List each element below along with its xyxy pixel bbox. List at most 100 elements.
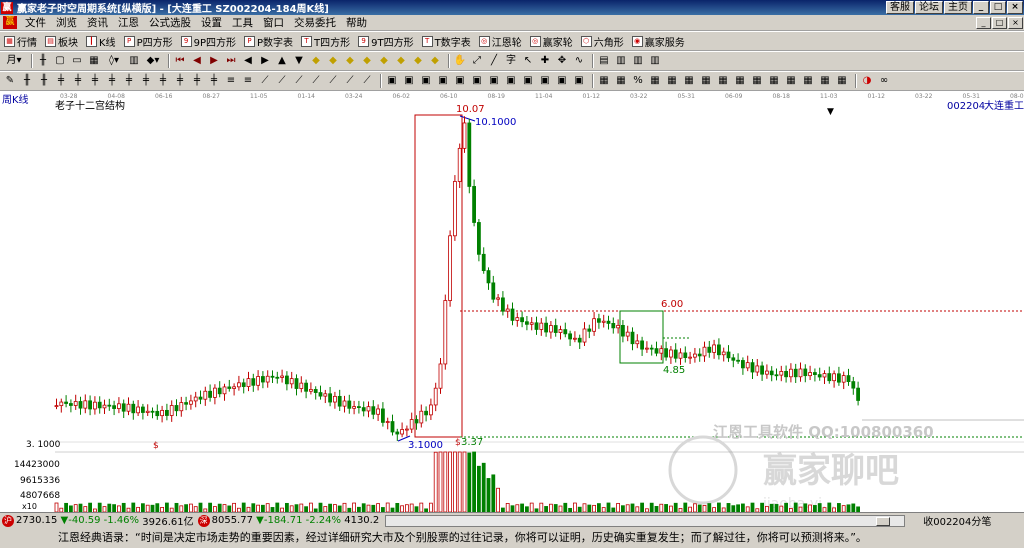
tb-sectors[interactable]: ▤ 板块 bbox=[41, 33, 82, 50]
move-icon[interactable]: ✥ bbox=[555, 54, 569, 68]
cursor-icon[interactable]: ↖ bbox=[521, 54, 535, 68]
hline-icon[interactable]: ╪ bbox=[156, 74, 170, 88]
minimize-button[interactable]: _ bbox=[973, 1, 989, 14]
up-icon[interactable]: ▲ bbox=[275, 54, 289, 68]
stats-icon[interactable]: ▦ bbox=[597, 74, 611, 88]
bars-icon[interactable]: ▥ bbox=[631, 54, 645, 68]
first-icon[interactable]: ⏮ bbox=[173, 54, 187, 68]
stats-icon[interactable]: ▦ bbox=[665, 74, 679, 88]
menu-tools[interactable]: 工具 bbox=[227, 15, 258, 30]
chart-area[interactable]: 周K线 03-28 04-08 06-16 08-27 11-05 01-14 03-24 0… bbox=[0, 92, 1024, 513]
infinity-icon[interactable]: ∞ bbox=[877, 74, 891, 88]
stats-icon[interactable]: ▦ bbox=[682, 74, 696, 88]
menu-help[interactable]: 帮助 bbox=[341, 15, 372, 30]
link-forum[interactable]: 论坛 bbox=[915, 1, 943, 14]
mdi-restore-button[interactable]: □ bbox=[992, 16, 1007, 29]
hline-icon[interactable]: ╪ bbox=[207, 74, 221, 88]
fan-icon[interactable]: ⟋ bbox=[343, 74, 357, 88]
box-icon[interactable]: ▣ bbox=[572, 74, 586, 88]
fib-icon[interactable]: ≡ bbox=[241, 74, 255, 88]
stats-icon[interactable]: ▦ bbox=[784, 74, 798, 88]
tb-quotes[interactable]: ▦ 行情 bbox=[0, 33, 41, 50]
fan-icon[interactable]: ⟋ bbox=[258, 74, 272, 88]
gold-diamond-icon[interactable]: ◆ bbox=[343, 54, 357, 68]
indicator-dropdown-icon[interactable]: ▼ bbox=[827, 107, 834, 117]
forward-icon[interactable]: ▶ bbox=[258, 54, 272, 68]
down-icon[interactable]: ▼ bbox=[292, 54, 306, 68]
box-icon[interactable]: ▣ bbox=[385, 74, 399, 88]
box-icon[interactable]: ▣ bbox=[521, 74, 535, 88]
maximize-button[interactable]: □ bbox=[990, 1, 1006, 14]
back-icon[interactable]: ◀ bbox=[241, 54, 255, 68]
bars-icon[interactable]: ▥ bbox=[648, 54, 662, 68]
table-icon[interactable]: ▦ bbox=[87, 54, 101, 68]
bars-icon[interactable]: ▥ bbox=[614, 54, 628, 68]
fib-icon[interactable]: ≡ bbox=[224, 74, 238, 88]
curve-icon[interactable]: ∿ bbox=[572, 54, 586, 68]
fan-icon[interactable]: ⟋ bbox=[292, 74, 306, 88]
line-icon[interactable]: ╱ bbox=[487, 54, 501, 68]
tb-service[interactable]: ◉ 赢家服务 bbox=[628, 33, 689, 50]
hline-icon[interactable]: ╪ bbox=[122, 74, 136, 88]
tb-gann-wheel[interactable]: ◎ 江恩轮 bbox=[475, 33, 526, 50]
fan-icon[interactable]: ⟋ bbox=[309, 74, 323, 88]
mdi-minimize-button[interactable]: _ bbox=[976, 16, 991, 29]
tb-9p-square[interactable]: 9 9P四方形 bbox=[177, 33, 240, 50]
hline-icon[interactable]: ╪ bbox=[54, 74, 68, 88]
hline-icon[interactable]: ╪ bbox=[105, 74, 119, 88]
link-home[interactable]: 主页 bbox=[944, 1, 972, 14]
plus-icon[interactable]: ✚ bbox=[538, 54, 552, 68]
kline-chart-svg[interactable]: 周K线 03-28 04-08 06-16 08-27 11-05 01-14 03-24 0… bbox=[0, 92, 1024, 513]
stats-icon[interactable]: ▦ bbox=[699, 74, 713, 88]
tb-p-square[interactable]: P P四方形 bbox=[120, 33, 177, 50]
window-icon[interactable]: ▭ bbox=[70, 54, 84, 68]
last-icon[interactable]: ⏭ bbox=[224, 54, 238, 68]
chart-icon[interactable]: ▥ bbox=[127, 54, 141, 68]
box-icon[interactable]: ▣ bbox=[487, 74, 501, 88]
stats-icon[interactable]: ▦ bbox=[733, 74, 747, 88]
gold-diamond-icon[interactable]: ◆ bbox=[360, 54, 374, 68]
tb-hexagon[interactable]: ⬡ 六角形 bbox=[577, 33, 628, 50]
fan-icon[interactable]: ⟋ bbox=[275, 74, 289, 88]
gold-diamond-icon[interactable]: ◆ bbox=[309, 54, 323, 68]
fan-icon[interactable]: ⟋ bbox=[326, 74, 340, 88]
menu-trade[interactable]: 交易委托 bbox=[289, 15, 341, 30]
prev-icon[interactable]: ◀ bbox=[190, 54, 204, 68]
percent-icon[interactable]: % bbox=[631, 74, 645, 88]
zoom-icon[interactable]: ⤢ bbox=[470, 54, 484, 68]
gold-diamond-icon[interactable]: ◆ bbox=[411, 54, 425, 68]
close-button[interactable]: × bbox=[1007, 1, 1023, 14]
hline-icon[interactable]: ╪ bbox=[71, 74, 85, 88]
next-icon[interactable]: ▶ bbox=[207, 54, 221, 68]
tb-winner-wheel[interactable]: ◎ 赢家轮 bbox=[526, 33, 577, 50]
tb-t-square[interactable]: T T四方形 bbox=[297, 33, 354, 50]
horizontal-scrollbar[interactable] bbox=[385, 514, 906, 527]
box-icon[interactable]: ▣ bbox=[453, 74, 467, 88]
scrollbar-thumb[interactable] bbox=[876, 516, 891, 526]
menu-info[interactable]: 资讯 bbox=[82, 15, 113, 30]
pencil-icon[interactable]: ✎ bbox=[3, 74, 17, 88]
box-icon[interactable]: ▣ bbox=[538, 74, 552, 88]
box-icon[interactable]: ▣ bbox=[436, 74, 450, 88]
gold-diamond-icon[interactable]: ◆ bbox=[377, 54, 391, 68]
hand-icon[interactable]: ✋ bbox=[453, 54, 467, 68]
link-service[interactable]: 客服 bbox=[886, 1, 914, 14]
vline-icon[interactable]: ╫ bbox=[20, 74, 34, 88]
chevron-down-icon[interactable]: ◊▾ bbox=[104, 54, 124, 68]
shanghai-index-icon[interactable]: 沪 bbox=[2, 514, 14, 527]
stats-icon[interactable]: ▦ bbox=[614, 74, 628, 88]
hline-icon[interactable]: ╪ bbox=[88, 74, 102, 88]
tb-kline[interactable]: ┃ K线 bbox=[82, 33, 120, 50]
tb-p-table[interactable]: P P数字表 bbox=[240, 33, 297, 50]
cross-icon[interactable]: ╫ bbox=[36, 54, 50, 68]
shenzhen-index-icon[interactable]: 深 bbox=[197, 514, 210, 527]
stats-icon[interactable]: ▦ bbox=[801, 74, 815, 88]
gold-diamond-icon[interactable]: ◆ bbox=[394, 54, 408, 68]
mdi-close-button[interactable]: × bbox=[1008, 16, 1023, 29]
stats-icon[interactable]: ▦ bbox=[648, 74, 662, 88]
hline-icon[interactable]: ╪ bbox=[190, 74, 204, 88]
color-wheel-icon[interactable]: ◑ bbox=[860, 74, 874, 88]
menu-window[interactable]: 窗口 bbox=[258, 15, 289, 30]
stats-icon[interactable]: ▦ bbox=[716, 74, 730, 88]
menu-gann[interactable]: 江恩 bbox=[113, 15, 144, 30]
